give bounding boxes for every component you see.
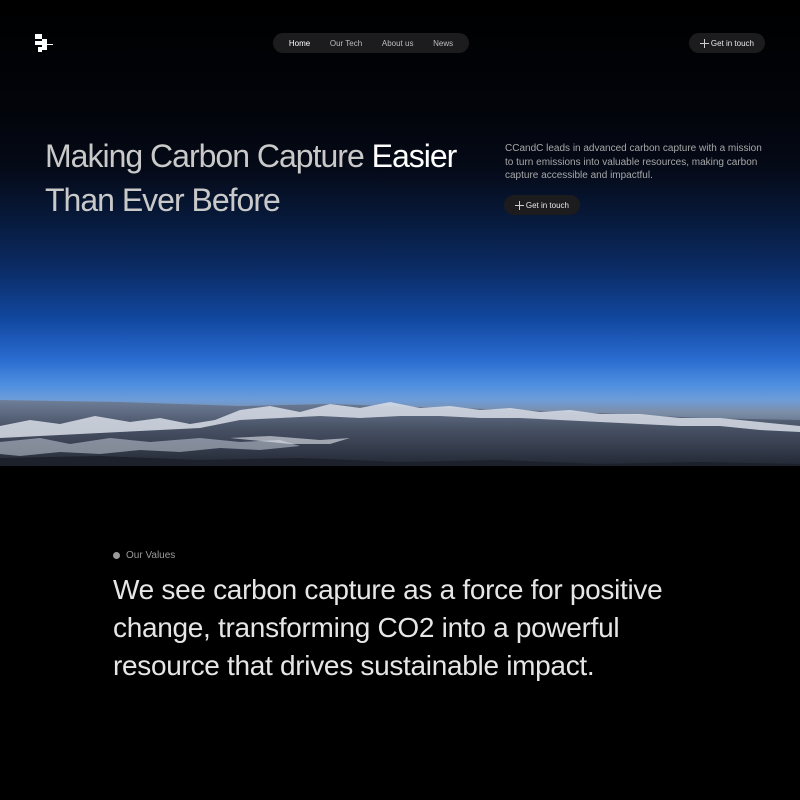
header-cta-label: Get in touch xyxy=(710,38,754,48)
nav-item-our-tech[interactable]: Our Tech xyxy=(330,39,362,48)
hero-cta-label: Get in touch xyxy=(525,200,569,210)
bullet-dot-icon xyxy=(113,552,120,559)
nav-item-home[interactable]: Home xyxy=(289,39,310,48)
headline-part1: Making Carbon Capture xyxy=(45,138,372,174)
hero-headline: Making Carbon Capture Easier Than Ever B… xyxy=(45,134,485,222)
values-tag-label: Our Values xyxy=(126,550,176,561)
nav-item-news[interactable]: News xyxy=(433,39,453,48)
nav-item-about-us[interactable]: About us xyxy=(382,39,414,48)
plus-icon xyxy=(515,200,524,210)
hero-get-in-touch-button[interactable]: Get in touch xyxy=(504,195,580,215)
earth-horizon-image xyxy=(0,400,800,466)
headline-highlight: Easier xyxy=(371,138,458,174)
logo-icon[interactable] xyxy=(34,33,54,53)
hero-background xyxy=(0,0,800,466)
header-get-in-touch-button[interactable]: Get in touch xyxy=(689,33,765,53)
main-nav: Home Our Tech About us News xyxy=(273,33,469,53)
headline-part2: Than Ever Before xyxy=(45,182,281,218)
plus-icon xyxy=(700,38,709,48)
values-tag: Our Values xyxy=(113,550,175,561)
hero-intro: CCandC leads in advanced carbon capture … xyxy=(505,143,762,181)
values-statement: We see carbon capture as a force for pos… xyxy=(113,574,663,681)
